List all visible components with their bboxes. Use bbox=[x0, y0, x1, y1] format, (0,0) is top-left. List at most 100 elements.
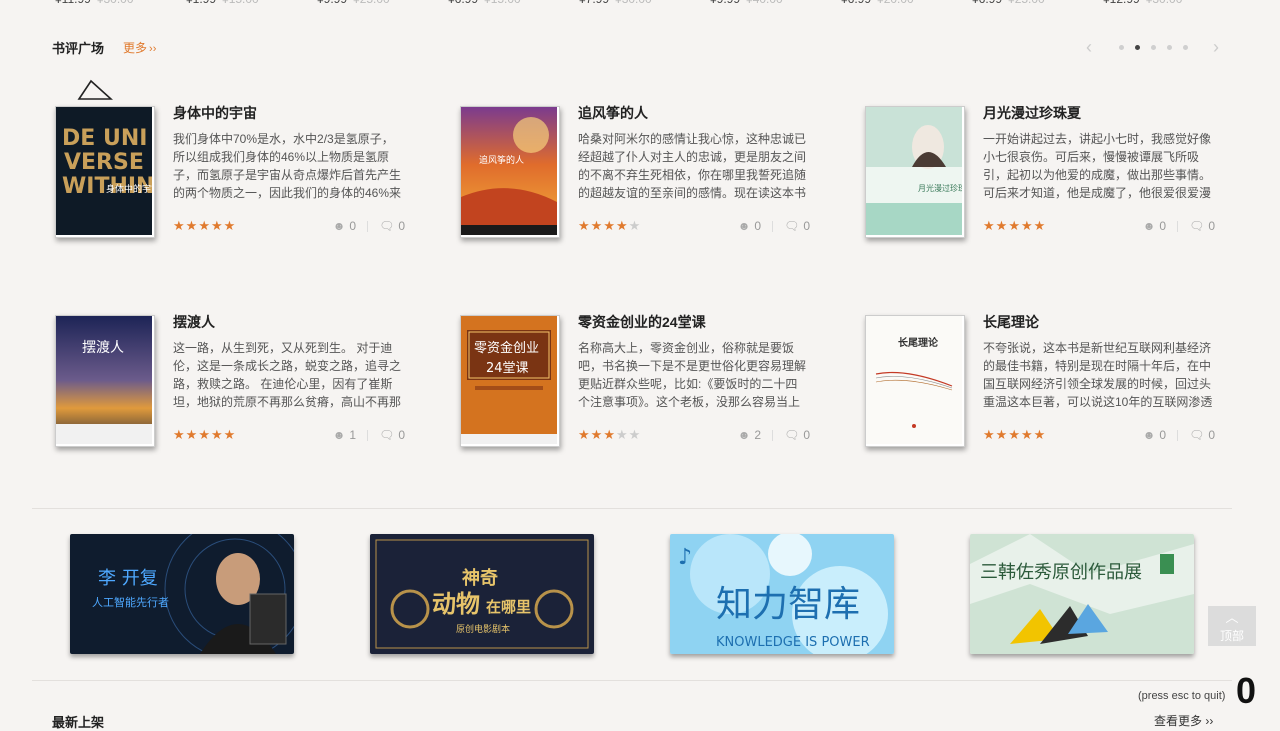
review-excerpt[interactable]: 不夸张说，这本书是新世纪互联网利基经济的最佳书籍，特别是现在时隔十年后，在中国互… bbox=[983, 339, 1213, 411]
comment-icon[interactable]: 🗨 bbox=[784, 219, 799, 233]
banner-name-text: 李 开复 bbox=[98, 568, 158, 589]
like-icon[interactable]: ☻ bbox=[738, 219, 751, 233]
svg-text:动物: 动物 bbox=[432, 590, 480, 618]
comment-icon[interactable]: 🗨 bbox=[784, 428, 799, 442]
comment-count: 0 bbox=[803, 428, 810, 442]
more-link[interactable]: 更多 ›› bbox=[123, 39, 156, 56]
price-item: ¥6.99¥15.00 bbox=[448, 0, 579, 6]
price-item: ¥7.99¥30.00 bbox=[579, 0, 710, 6]
star-icon: ★ bbox=[578, 218, 591, 233]
comment-icon[interactable]: 🗨 bbox=[1189, 428, 1204, 442]
rating-stars: ★★★★★ bbox=[578, 218, 641, 234]
carousel-dots bbox=[1113, 44, 1193, 50]
banner-zhili-think-tank[interactable]: 知力智库 KNOWLEDGE IS POWER ♪ bbox=[670, 534, 894, 654]
comment-icon[interactable]: 🗨 bbox=[379, 428, 394, 442]
like-icon[interactable]: ☻ bbox=[738, 428, 751, 442]
star-icon: ★ bbox=[198, 427, 211, 442]
book-title[interactable]: 摆渡人 bbox=[173, 312, 215, 332]
review-carousel-controls: ‹ › bbox=[1086, 38, 1226, 56]
star-icon: ★ bbox=[603, 218, 616, 233]
comment-count: 0 bbox=[803, 219, 810, 233]
separator bbox=[1177, 429, 1179, 441]
separator bbox=[1177, 220, 1179, 232]
star-icon: ★ bbox=[223, 218, 237, 233]
like-icon[interactable]: ☻ bbox=[1143, 428, 1156, 442]
carousel-dot[interactable] bbox=[1166, 44, 1172, 50]
back-to-top-button[interactable]: ︿ 顶部 bbox=[1208, 606, 1256, 646]
svg-text:KNOWLEDGE IS POWER: KNOWLEDGE IS POWER bbox=[716, 635, 870, 650]
comment-icon[interactable]: 🗨 bbox=[1189, 219, 1204, 233]
star-icon: ★ bbox=[1008, 218, 1021, 233]
svg-text:三韩佐秀原创作品展: 三韩佐秀原创作品展 bbox=[980, 562, 1142, 583]
newest-section-title: 最新上架 bbox=[52, 715, 105, 730]
separator bbox=[367, 220, 369, 232]
rating-stars: ★★★★★ bbox=[173, 427, 236, 443]
like-count: 0 bbox=[1159, 428, 1167, 442]
book-title[interactable]: 追风筝的人 bbox=[578, 103, 648, 123]
banner-kaifu-lee[interactable]: 李 开复 人工智能先行者 bbox=[70, 534, 294, 654]
review-excerpt[interactable]: 我们身体中70%是水，水中2/3是氢原子，所以组成我们身体的46%以上物质是氢原… bbox=[173, 130, 403, 202]
book-cover[interactable]: DE UNIVERSEWITHIN身体中的宇宙 bbox=[55, 106, 155, 238]
carousel-next-button[interactable]: › bbox=[1213, 38, 1219, 56]
review-meta: ☻ 1 🗨 0 bbox=[333, 428, 405, 442]
comment-count: 0 bbox=[1208, 219, 1215, 233]
book-title[interactable]: 长尾理论 bbox=[983, 312, 1039, 332]
book-title[interactable]: 零资金创业的24堂课 bbox=[578, 312, 706, 332]
svg-text:零资金创业: 零资金创业 bbox=[474, 340, 539, 356]
like-count: 1 bbox=[349, 428, 357, 442]
view-more-link[interactable]: 查看更多 ›› bbox=[1154, 712, 1213, 729]
rating-stars: ★★★★★ bbox=[983, 427, 1046, 443]
review-excerpt[interactable]: 哈桑对阿米尔的感情让我心惊，这种忠诚已经超越了仆人对主人的忠诚，更是朋友之间的不… bbox=[578, 130, 808, 202]
svg-text:月光漫过珍珠夏: 月光漫过珍珠夏 bbox=[918, 183, 962, 193]
star-icon: ★ bbox=[1033, 427, 1047, 442]
star-icon: ★ bbox=[173, 218, 186, 233]
comment-icon[interactable]: 🗨 bbox=[379, 219, 394, 233]
book-cover[interactable]: 摆渡人 bbox=[55, 315, 155, 447]
book-title[interactable]: 月光漫过珍珠夏 bbox=[983, 103, 1081, 123]
carousel-dot[interactable] bbox=[1134, 44, 1140, 50]
review-excerpt[interactable]: 一开始讲起过去，讲起小七时，我感觉好像小七很哀伤。可后来，慢慢被谭展飞所吸引，起… bbox=[983, 130, 1213, 202]
svg-text:♪: ♪ bbox=[678, 545, 692, 570]
review-card: 长尾理论 长尾理论 不夸张说，这本书是新世纪互联网利基经济的最佳书籍，特别是现在时隔… bbox=[865, 312, 1215, 465]
like-icon[interactable]: ☻ bbox=[1143, 219, 1156, 233]
review-excerpt[interactable]: 这一路，从生到死，又从死到生。 对于迪伦，这是一条成长之路，蜕变之路，追寻之路，… bbox=[173, 339, 403, 411]
star-icon: ★ bbox=[983, 427, 996, 442]
price-item: ¥11.99¥30.00 bbox=[55, 0, 186, 6]
book-cover[interactable]: 追风筝的人 bbox=[460, 106, 560, 238]
svg-text:身体中的宇宙: 身体中的宇宙 bbox=[106, 183, 152, 195]
svg-text:神奇: 神奇 bbox=[462, 567, 498, 589]
star-icon: ★ bbox=[1020, 218, 1034, 233]
like-icon[interactable]: ☻ bbox=[333, 428, 346, 442]
carousel-dot[interactable] bbox=[1150, 44, 1156, 50]
star-icon: ★ bbox=[1008, 427, 1021, 442]
star-icon: ★ bbox=[615, 218, 629, 233]
book-cover[interactable]: 长尾理论 bbox=[865, 315, 965, 447]
carousel-dot[interactable] bbox=[1118, 44, 1124, 50]
book-cover[interactable]: 月光漫过珍珠夏 bbox=[865, 106, 965, 238]
star-icon: ★ bbox=[1033, 218, 1047, 233]
rating-stars: ★★★★★ bbox=[173, 218, 236, 234]
like-count: 0 bbox=[1159, 219, 1167, 233]
book-cover[interactable]: 零资金创业 24堂课 bbox=[460, 315, 560, 447]
like-count: 0 bbox=[349, 219, 357, 233]
like-icon[interactable]: ☻ bbox=[333, 219, 346, 233]
triangle-cursor-icon bbox=[77, 79, 113, 100]
star-icon: ★ bbox=[1020, 427, 1034, 442]
rating-stars: ★★★★★ bbox=[983, 218, 1046, 234]
star-icon: ★ bbox=[603, 427, 616, 442]
star-icon: ★ bbox=[185, 427, 199, 442]
separator bbox=[772, 220, 774, 232]
price-item: ¥9.99¥40.00 bbox=[710, 0, 841, 6]
review-card: DE UNIVERSEWITHIN身体中的宇宙身体中的宇宙我们身体中70%是水，… bbox=[55, 103, 405, 256]
review-excerpt[interactable]: 名称高大上，零资金创业，俗称就是要饭吧，书名换一下是不是更世俗化更容易理解更贴近… bbox=[578, 339, 808, 411]
carousel-dot[interactable] bbox=[1182, 44, 1188, 50]
banner-fantastic-beasts[interactable]: 神奇 动物 在哪里 原创电影剧本 bbox=[370, 534, 594, 654]
separator bbox=[772, 429, 774, 441]
price-item: ¥6.99¥25.00 bbox=[972, 0, 1103, 6]
rating-stars: ★★★★★ bbox=[578, 427, 641, 443]
book-title[interactable]: 身体中的宇宙 bbox=[173, 103, 257, 123]
carousel-prev-button[interactable]: ‹ bbox=[1086, 38, 1092, 56]
svg-text:DE UNI: DE UNI bbox=[62, 126, 147, 151]
review-meta: ☻ 2 🗨 0 bbox=[738, 428, 810, 442]
banner-art-exhibition[interactable]: 三韩佐秀原创作品展 bbox=[970, 534, 1194, 654]
